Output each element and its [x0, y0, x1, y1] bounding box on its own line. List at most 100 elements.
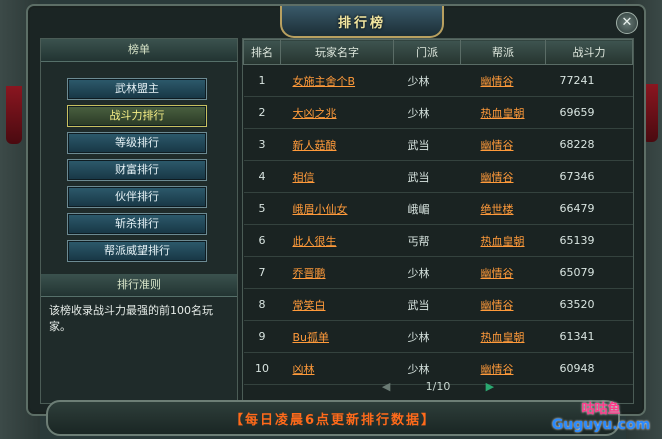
sect-cell: 少林 [407, 330, 430, 344]
rank-cell: 9 [258, 330, 266, 343]
column-header-rank: 排名 [243, 39, 281, 65]
guild-name-link[interactable]: 幽情谷 [481, 363, 514, 376]
power-cell: 77241 [545, 64, 633, 97]
rank-cell: 4 [243, 160, 281, 193]
sect-cell: 峨嵋 [407, 202, 430, 216]
ranking-window: 排行榜 ✕ 榜单 武林盟主 战斗力排行 等级排行 财富排行 伙伴排行 斩杀排行 … [26, 4, 646, 416]
table-row: 5 峨眉小仙女 峨嵋 绝世楼 66479 [243, 192, 633, 225]
table-row: 8 常笑白 武当 幽情谷 63520 [243, 288, 633, 321]
sect-cell: 少林 [407, 106, 430, 120]
guild-name-link[interactable]: 幽情谷 [481, 299, 514, 312]
guild-name-link[interactable]: 幽情谷 [481, 75, 514, 88]
page-indicator: 1/10 [425, 380, 451, 393]
next-page-icon[interactable]: ▶ [482, 380, 498, 393]
player-name-cell: 女施主舍个B [280, 64, 394, 97]
power-cell: 65139 [559, 234, 595, 247]
column-header-player: 玩家名字 [280, 39, 394, 65]
rank-cell: 2 [258, 106, 266, 119]
player-name-link[interactable]: 常笑白 [293, 299, 326, 312]
guild-name-link[interactable]: 幽情谷 [481, 267, 514, 280]
sect-cell: 少林 [393, 96, 461, 129]
prev-page-icon[interactable]: ◀ [378, 380, 394, 393]
rank-cell: 3 [243, 128, 281, 161]
rank-cell: 6 [243, 224, 281, 257]
power-cell: 67346 [559, 170, 595, 183]
table-row: 2 大凶之兆 少林 热血皇朝 69659 [243, 96, 633, 129]
guild-name-link[interactable]: 绝世楼 [481, 203, 514, 216]
column-header-guild: 帮派 [460, 39, 546, 65]
player-name-cell: 常笑白 [280, 288, 394, 321]
power-cell: 61341 [559, 330, 595, 343]
rank-cell: 4 [258, 170, 266, 183]
sect-cell: 武当 [407, 138, 430, 152]
player-name-link[interactable]: Bu孤单 [293, 331, 330, 344]
sect-cell: 少林 [393, 64, 461, 97]
rank-cell: 9 [243, 320, 281, 353]
player-name-link[interactable]: 女施主舍个B [293, 75, 356, 88]
menu-item-combat-power[interactable]: 战斗力排行 [67, 105, 207, 127]
sect-cell: 少林 [407, 74, 430, 88]
ranking-table-panel: 排名 玩家名字 门派 帮派 战斗力 1 女施主舍个B 少林 幽情谷 77241 2 大凶之兆… [242, 38, 634, 404]
guild-name-cell: 幽情谷 [460, 256, 546, 289]
rank-cell: 7 [243, 256, 281, 289]
player-name-link[interactable]: 相信 [293, 171, 315, 184]
power-cell: 67346 [545, 160, 633, 193]
ranking-table: 排名 玩家名字 门派 帮派 战斗力 1 女施主舍个B 少林 幽情谷 77241 2 大凶之兆… [243, 39, 633, 385]
power-cell: 66479 [545, 192, 633, 225]
table-row: 1 女施主舍个B 少林 幽情谷 77241 [243, 64, 633, 97]
menu-item-level[interactable]: 等级排行 [67, 132, 207, 154]
watermark-cn: 咕咕鱼 [581, 402, 621, 417]
sect-cell: 少林 [407, 266, 430, 280]
guild-name-cell: 幽情谷 [460, 160, 546, 193]
menu-item-wealth[interactable]: 财富排行 [67, 159, 207, 181]
sect-cell: 武当 [393, 128, 461, 161]
power-cell: 65079 [545, 256, 633, 289]
guild-name-link[interactable]: 热血皇朝 [481, 331, 525, 344]
table-row: 7 乔晋鹏 少林 幽情谷 65079 [243, 256, 633, 289]
power-cell: 61341 [545, 320, 633, 353]
sect-cell: 峨嵋 [393, 192, 461, 225]
rank-cell: 1 [243, 64, 281, 97]
table-header-row: 排名 玩家名字 门派 帮派 战斗力 [243, 39, 633, 65]
ranking-table-body: 1 女施主舍个B 少林 幽情谷 77241 2 大凶之兆 少林 热血皇朝 69659 3 新人菇酿 武当… [243, 64, 633, 385]
player-name-link[interactable]: 此人很生 [293, 235, 337, 248]
window-title: 排行榜 [337, 16, 386, 31]
guild-name-link[interactable]: 幽情谷 [481, 139, 514, 152]
rules-title: 排行准则 [41, 274, 237, 297]
watermark-logo: 咕咕鱼 Guguyu.com [546, 398, 656, 433]
guild-name-link[interactable]: 热血皇朝 [481, 107, 525, 120]
close-button[interactable]: ✕ [616, 12, 638, 34]
player-name-cell: 新人菇酿 [280, 128, 394, 161]
sect-cell: 武当 [393, 288, 461, 321]
power-cell: 66479 [559, 202, 595, 215]
menu-item-guild-prestige[interactable]: 帮派威望排行 [67, 240, 207, 262]
guild-name-link[interactable]: 热血皇朝 [481, 235, 525, 248]
player-name-link[interactable]: 新人菇酿 [293, 139, 337, 152]
sect-cell: 丐帮 [407, 234, 430, 248]
ranking-menu: 武林盟主 战斗力排行 等级排行 财富排行 伙伴排行 斩杀排行 帮派威望排行 [41, 62, 237, 262]
power-cell: 68228 [545, 128, 633, 161]
player-name-cell: 此人很生 [280, 224, 394, 257]
rank-cell: 3 [258, 138, 266, 151]
rank-cell: 10 [255, 362, 269, 375]
player-name-cell: 相信 [280, 160, 394, 193]
player-name-link[interactable]: 大凶之兆 [293, 107, 337, 120]
update-notice-text: 【每日凌晨6点更新排行数据】 [229, 413, 437, 428]
guild-name-cell: 幽情谷 [460, 64, 546, 97]
power-cell: 60948 [559, 362, 595, 375]
power-cell: 63520 [545, 288, 633, 321]
rank-cell: 7 [258, 266, 266, 279]
table-row: 9 Bu孤单 少林 热血皇朝 61341 [243, 320, 633, 353]
sect-cell: 丐帮 [393, 224, 461, 257]
column-header-sect: 门派 [393, 39, 461, 65]
player-name-link[interactable]: 凶林 [293, 363, 315, 376]
player-name-link[interactable]: 峨眉小仙女 [293, 203, 348, 216]
player-name-link[interactable]: 乔晋鹏 [293, 267, 326, 280]
guild-name-link[interactable]: 幽情谷 [481, 171, 514, 184]
menu-item-kills[interactable]: 斩杀排行 [67, 213, 207, 235]
sect-cell: 少林 [407, 362, 430, 376]
guild-name-cell: 绝世楼 [460, 192, 546, 225]
rank-cell: 1 [258, 74, 266, 87]
menu-item-partner[interactable]: 伙伴排行 [67, 186, 207, 208]
menu-item-wulin-leader[interactable]: 武林盟主 [67, 78, 207, 100]
